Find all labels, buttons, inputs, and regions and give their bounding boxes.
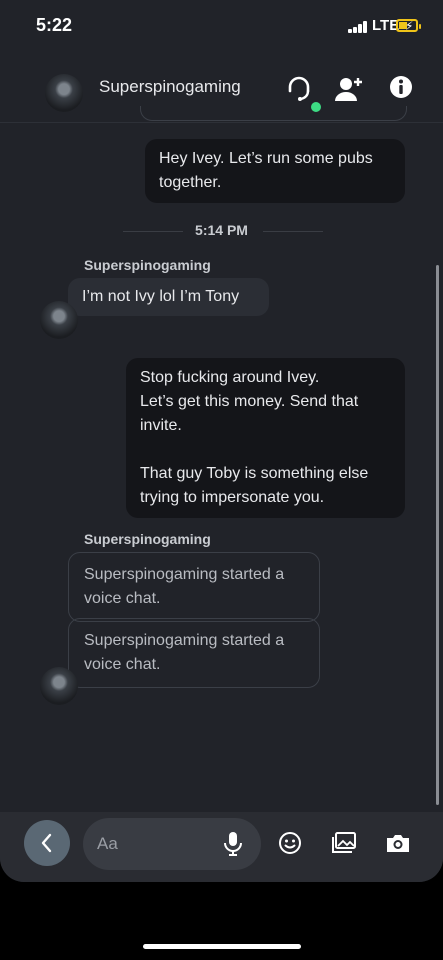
time-separator-label: 5:14 PM xyxy=(195,222,248,238)
messenger-app: 5:22 LTE ⚡ Superspinogaming Hey Ivey. Le… xyxy=(0,0,443,882)
sender-avatar[interactable] xyxy=(40,301,78,339)
message-input-placeholder: Aa xyxy=(97,834,118,853)
previous-message-bubble xyxy=(140,106,407,121)
emoji-icon[interactable] xyxy=(275,828,305,858)
info-icon[interactable] xyxy=(387,73,415,101)
camera-icon[interactable] xyxy=(383,828,413,858)
sender-avatar[interactable] xyxy=(40,667,78,705)
microphone-icon[interactable] xyxy=(223,831,243,862)
status-time: 5:22 xyxy=(36,15,73,35)
status-bar: 5:22 LTE ⚡ xyxy=(0,0,443,52)
outgoing-message[interactable]: Hey Ivey. Let’s run some pubs together. xyxy=(145,139,405,203)
time-separator: 5:14 PM xyxy=(0,222,443,240)
sender-name: Superspinogaming xyxy=(84,257,211,273)
voice-chat-notice[interactable]: Superspinogaming started a voice chat. xyxy=(68,552,320,622)
scrollbar[interactable] xyxy=(436,265,439,805)
voice-chat-notice[interactable]: Superspinogaming started a voice chat. xyxy=(68,618,320,688)
signal-icon xyxy=(348,21,370,33)
incoming-message[interactable]: I’m not Ivy lol I’m Tony xyxy=(68,278,269,316)
image-icon[interactable] xyxy=(329,828,359,858)
add-user-icon[interactable] xyxy=(332,72,366,106)
home-indicator[interactable] xyxy=(143,944,301,949)
back-button[interactable] xyxy=(24,820,70,866)
contact-avatar[interactable] xyxy=(45,74,83,112)
composer-bar: Aa xyxy=(0,812,443,882)
message-input[interactable]: Aa xyxy=(83,818,261,870)
battery-icon: ⚡ xyxy=(396,19,421,33)
chevron-left-icon xyxy=(41,833,52,853)
outgoing-message[interactable]: Stop fucking around Ivey. Let’s get this… xyxy=(126,358,405,518)
contact-name[interactable]: Superspinogaming xyxy=(99,77,241,97)
sender-name: Superspinogaming xyxy=(84,531,211,547)
